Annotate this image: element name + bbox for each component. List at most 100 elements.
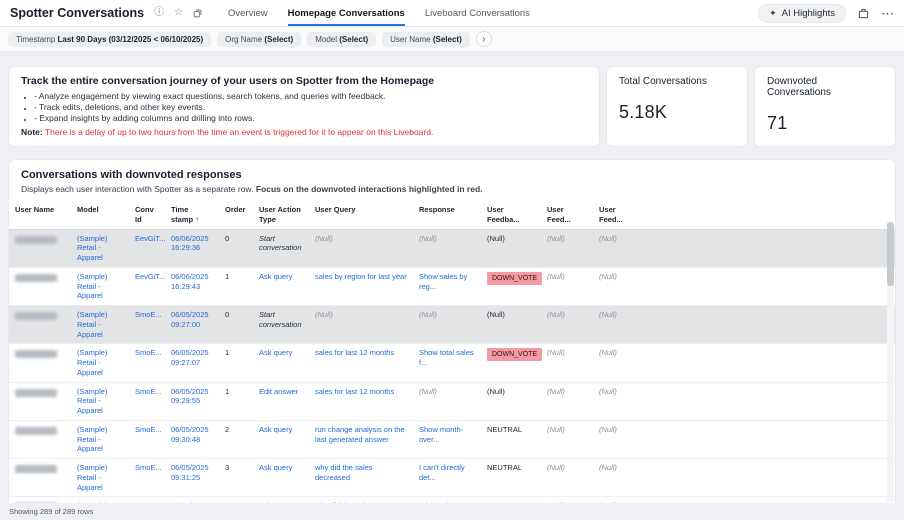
downvote-badge: DOWN_VOTE: [487, 272, 542, 285]
table-row[interactable]: (Sample) Retail - Apparel SmoE... 06/05/…: [9, 306, 895, 344]
col-user-feedback-3[interactable]: User Feed...: [593, 201, 645, 229]
cell-response[interactable]: Show total sales f...: [413, 344, 481, 382]
cell-timestamp[interactable]: 06/05/202509:31:58: [165, 497, 219, 503]
filter-chip-model[interactable]: Model (Select): [307, 32, 376, 47]
col-user-feedback[interactable]: User Feedba...: [481, 201, 541, 229]
cell-model[interactable]: (Sample) Retail - Apparel: [71, 229, 129, 267]
filters-expand-button[interactable]: ›: [476, 31, 492, 47]
cell-user-query[interactable]: (Null): [309, 306, 413, 344]
cell-conv-id[interactable]: SmoE...: [129, 459, 165, 497]
note-label: Note:: [21, 127, 43, 137]
cell-model[interactable]: (Sample) Retail - Apparel: [71, 267, 129, 305]
cell-user-feedback-3: (Null): [593, 267, 645, 305]
cell-user-action-type[interactable]: Edit answer: [253, 382, 309, 420]
cell-model[interactable]: (Sample) Retail - Apparel: [71, 306, 129, 344]
cell-model[interactable]: (Sample) Retail - Apparel: [71, 382, 129, 420]
table-row[interactable]: (Sample) Retail - Apparel EevGiT... 06/0…: [9, 229, 895, 267]
cell-response[interactable]: (Null): [413, 306, 481, 344]
col-user-name[interactable]: User Name: [9, 201, 71, 229]
cell-order: 1: [219, 382, 253, 420]
redacted-user-name: [15, 465, 57, 473]
tab-liveboard-conversations[interactable]: Liveboard Conversations: [425, 0, 530, 26]
table-row[interactable]: (Sample) Retail - Apparel SmoE... 06/05/…: [9, 382, 895, 420]
cell-model[interactable]: (Sample) Retail - Apparel: [71, 459, 129, 497]
cell-user-query[interactable]: run change analysis on the last generate…: [309, 420, 413, 458]
col-user-query[interactable]: User Query: [309, 201, 413, 229]
cell-user-query[interactable]: why did the sales decreased by 0.33 perc…: [309, 497, 413, 503]
cell-response[interactable]: (Null): [413, 229, 481, 267]
filter-chip-org-name[interactable]: Org Name (Select): [217, 32, 301, 47]
cell-conv-id[interactable]: SmoE...: [129, 420, 165, 458]
cell-user-action-type[interactable]: Ask query: [253, 497, 309, 503]
cell-timestamp[interactable]: 06/05/202509:27:07: [165, 344, 219, 382]
cell-conv-id[interactable]: SmoE...: [129, 344, 165, 382]
cell-filler: [645, 267, 895, 305]
cell-timestamp[interactable]: 06/05/202509:30:48: [165, 420, 219, 458]
more-menu-icon[interactable]: ⋯: [881, 7, 894, 20]
cell-timestamp[interactable]: 06/06/202516:29:36: [165, 229, 219, 267]
cell-response[interactable]: Show month-over...: [413, 420, 481, 458]
tab-homepage-conversations[interactable]: Homepage Conversations: [288, 0, 405, 26]
cell-response[interactable]: I can't directly det...: [413, 459, 481, 497]
cell-user-action-type[interactable]: Ask query: [253, 344, 309, 382]
cell-timestamp[interactable]: 06/05/202509:29:55: [165, 382, 219, 420]
cell-user-action-type[interactable]: Start conversation: [253, 229, 309, 267]
sparkle-icon: ✦: [769, 8, 777, 19]
filter-chip-user-name[interactable]: User Name (Select): [382, 32, 470, 47]
cell-conv-id[interactable]: SmoE...: [129, 497, 165, 503]
cell-model[interactable]: (Sample) Retail - Apparel: [71, 344, 129, 382]
chevron-right-icon: ›: [482, 34, 485, 45]
cell-conv-id[interactable]: EevGiT...: [129, 267, 165, 305]
table-title: Conversations with downvoted responses: [21, 169, 883, 181]
redacted-user-name: [15, 350, 57, 358]
cell-user-feedback-3: (Null): [593, 382, 645, 420]
cell-response[interactable]: I do not have acce...: [413, 497, 481, 503]
present-icon[interactable]: [858, 8, 869, 19]
sort-ascending-icon[interactable]: ↑: [195, 215, 199, 224]
cell-response[interactable]: Show sales by reg...: [413, 267, 481, 305]
cell-user-query[interactable]: (Null): [309, 229, 413, 267]
overview-bullet: - Track edits, deletions, and other key …: [34, 102, 587, 113]
cell-user-query[interactable]: sales for last 12 months: [309, 344, 413, 382]
cell-user-action-type[interactable]: Start conversation: [253, 306, 309, 344]
cell-user-query[interactable]: why did the sales decreased: [309, 459, 413, 497]
cell-user-feedback-3: (Null): [593, 306, 645, 344]
cell-model[interactable]: (Sample) Retail - Apparel: [71, 497, 129, 503]
col-user-action-type[interactable]: User Action Type: [253, 201, 309, 229]
cell-response[interactable]: (Null): [413, 382, 481, 420]
cell-user-feedback: NEUTRAL: [481, 459, 541, 497]
col-response[interactable]: Response: [413, 201, 481, 229]
cell-filler: [645, 459, 895, 497]
filter-chip-timestamp[interactable]: Timestamp Last 90 Days (03/12/2025 < 06/…: [8, 32, 211, 47]
table-scrollbar-thumb[interactable]: [887, 222, 894, 286]
col-model[interactable]: Model: [71, 201, 129, 229]
cell-user-query[interactable]: sales by region for last year: [309, 267, 413, 305]
col-timestamp[interactable]: Time stamp↑: [165, 201, 219, 229]
table-row[interactable]: (Sample) Retail - Apparel EevGiT... 06/0…: [9, 267, 895, 305]
table-row[interactable]: (Sample) Retail - Apparel SmoE... 06/05/…: [9, 344, 895, 382]
cell-conv-id[interactable]: SmoE...: [129, 306, 165, 344]
cell-conv-id[interactable]: EevGiT...: [129, 229, 165, 267]
table-body: (Sample) Retail - Apparel EevGiT... 06/0…: [9, 229, 895, 503]
star-icon[interactable]: ☆: [174, 8, 183, 18]
info-icon[interactable]: ⓘ: [154, 8, 164, 18]
cell-user-action-type[interactable]: Ask query: [253, 459, 309, 497]
filter-value: Last 90 Days (03/12/2025 < 06/10/2025): [58, 35, 204, 44]
cell-user-query[interactable]: sales for last 12 months: [309, 382, 413, 420]
tab-overview[interactable]: Overview: [228, 0, 268, 26]
table-row[interactable]: (Sample) Retail - Apparel SmoE... 06/05/…: [9, 420, 895, 458]
col-conv-id[interactable]: Conv Id: [129, 201, 165, 229]
cell-user-action-type[interactable]: Ask query: [253, 267, 309, 305]
cell-timestamp[interactable]: 06/06/202516:29:43: [165, 267, 219, 305]
ai-highlights-button[interactable]: ✦ AI Highlights: [758, 4, 846, 23]
cell-model[interactable]: (Sample) Retail - Apparel: [71, 420, 129, 458]
table-row[interactable]: (Sample) Retail - Apparel SmoE... 06/05/…: [9, 497, 895, 503]
cell-timestamp[interactable]: 06/05/202509:27:00: [165, 306, 219, 344]
col-user-feedback-2[interactable]: User Feed...: [541, 201, 593, 229]
cell-timestamp[interactable]: 06/05/202509:31:25: [165, 459, 219, 497]
col-order[interactable]: Order: [219, 201, 253, 229]
cell-conv-id[interactable]: SmoE...: [129, 382, 165, 420]
table-row[interactable]: (Sample) Retail - Apparel SmoE... 06/05/…: [9, 459, 895, 497]
copy-icon[interactable]: [193, 9, 202, 18]
cell-user-action-type[interactable]: Ask query: [253, 420, 309, 458]
